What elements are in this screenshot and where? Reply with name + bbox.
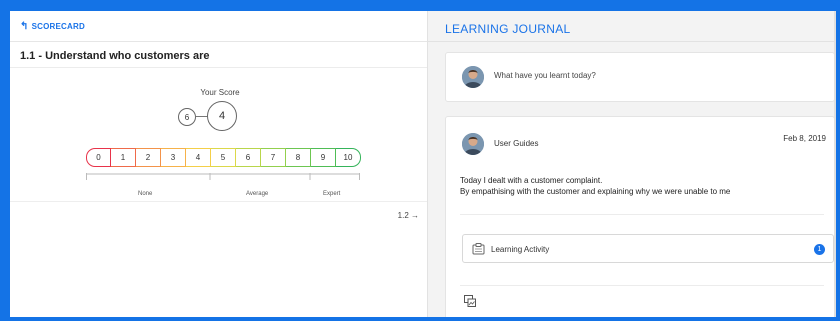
target-score-circle: 6 <box>178 108 196 126</box>
clipboard-icon <box>472 243 485 255</box>
back-to-scorecard-link[interactable]: ↰ SCORECARD <box>20 20 85 32</box>
journal-prompt-input[interactable]: What have you learnt today? <box>494 71 596 80</box>
attachment-image-icon[interactable] <box>464 295 476 307</box>
band-label-expert: Expert <box>323 191 341 197</box>
journal-title: LEARNING JOURNAL <box>445 22 571 36</box>
scale-band-brackets <box>86 173 360 180</box>
entry-body: Today I dealt with a customer complaint.… <box>460 175 730 197</box>
person-avatar-icon <box>462 66 484 88</box>
divider <box>10 67 427 68</box>
current-score-circle: 4 <box>207 101 237 131</box>
journal-prompt-card[interactable]: What have you learnt today? <box>445 52 835 102</box>
score-option-4[interactable]: 4 <box>186 148 211 167</box>
user-avatar <box>462 66 484 88</box>
back-arrow-icon: ↰ <box>20 20 29 32</box>
score-option-9[interactable]: 9 <box>311 148 336 167</box>
author-avatar <box>462 133 484 155</box>
score-option-0[interactable]: 0 <box>86 148 111 167</box>
learning-journal-pane: LEARNING JOURNAL What have you learnt to… <box>428 11 836 317</box>
app-frame: ↰ SCORECARD 1.1 - Understand who custome… <box>10 11 836 317</box>
divider <box>428 41 836 42</box>
scale-band-labels: None Average Expert <box>86 191 360 201</box>
section-title: 1.1 - Understand who customers are <box>20 50 210 62</box>
score-scale: 0 1 2 3 4 5 6 7 8 9 10 <box>86 148 361 167</box>
journal-entry-card: User Guides Feb 8, 2019 Today I dealt wi… <box>445 116 835 317</box>
entry-line: Today I dealt with a customer complaint. <box>460 176 603 185</box>
band-label-average: Average <box>246 191 269 197</box>
entry-line: By empathising with the customer and exp… <box>460 187 731 196</box>
next-section-link[interactable]: 1.2 → <box>398 211 419 220</box>
your-score-label: Your Score <box>200 88 240 97</box>
divider <box>460 285 824 286</box>
person-avatar-icon <box>462 133 484 155</box>
score-option-2[interactable]: 2 <box>136 148 161 167</box>
score-option-5[interactable]: 5 <box>211 148 236 167</box>
scorecard-pane: ↰ SCORECARD 1.1 - Understand who custome… <box>10 11 428 317</box>
score-option-1[interactable]: 1 <box>111 148 136 167</box>
learning-activity-button[interactable]: Learning Activity 1 <box>462 234 834 263</box>
entry-date: Feb 8, 2019 <box>783 134 826 143</box>
learning-activity-label: Learning Activity <box>491 245 550 254</box>
scrollbar[interactable] <box>834 11 836 317</box>
activity-count-badge: 1 <box>814 244 825 255</box>
score-option-8[interactable]: 8 <box>286 148 311 167</box>
divider <box>10 201 427 202</box>
score-option-7[interactable]: 7 <box>261 148 286 167</box>
score-option-10[interactable]: 10 <box>336 148 361 167</box>
divider <box>460 214 824 215</box>
band-label-none: None <box>138 191 153 197</box>
entry-author: User Guides <box>494 139 539 148</box>
score-option-6[interactable]: 6 <box>236 148 261 167</box>
divider <box>10 41 427 42</box>
back-link-label: SCORECARD <box>31 22 85 31</box>
score-option-3[interactable]: 3 <box>161 148 186 167</box>
